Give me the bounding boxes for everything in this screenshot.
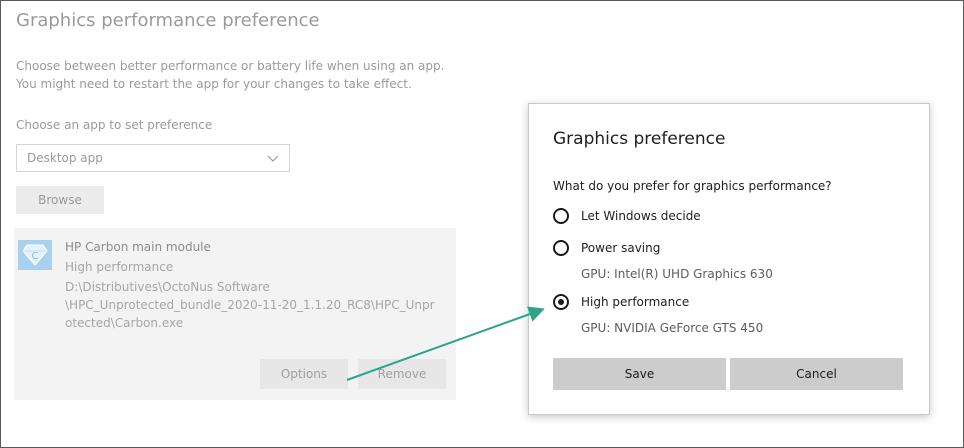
screenshot-border bbox=[0, 0, 964, 448]
